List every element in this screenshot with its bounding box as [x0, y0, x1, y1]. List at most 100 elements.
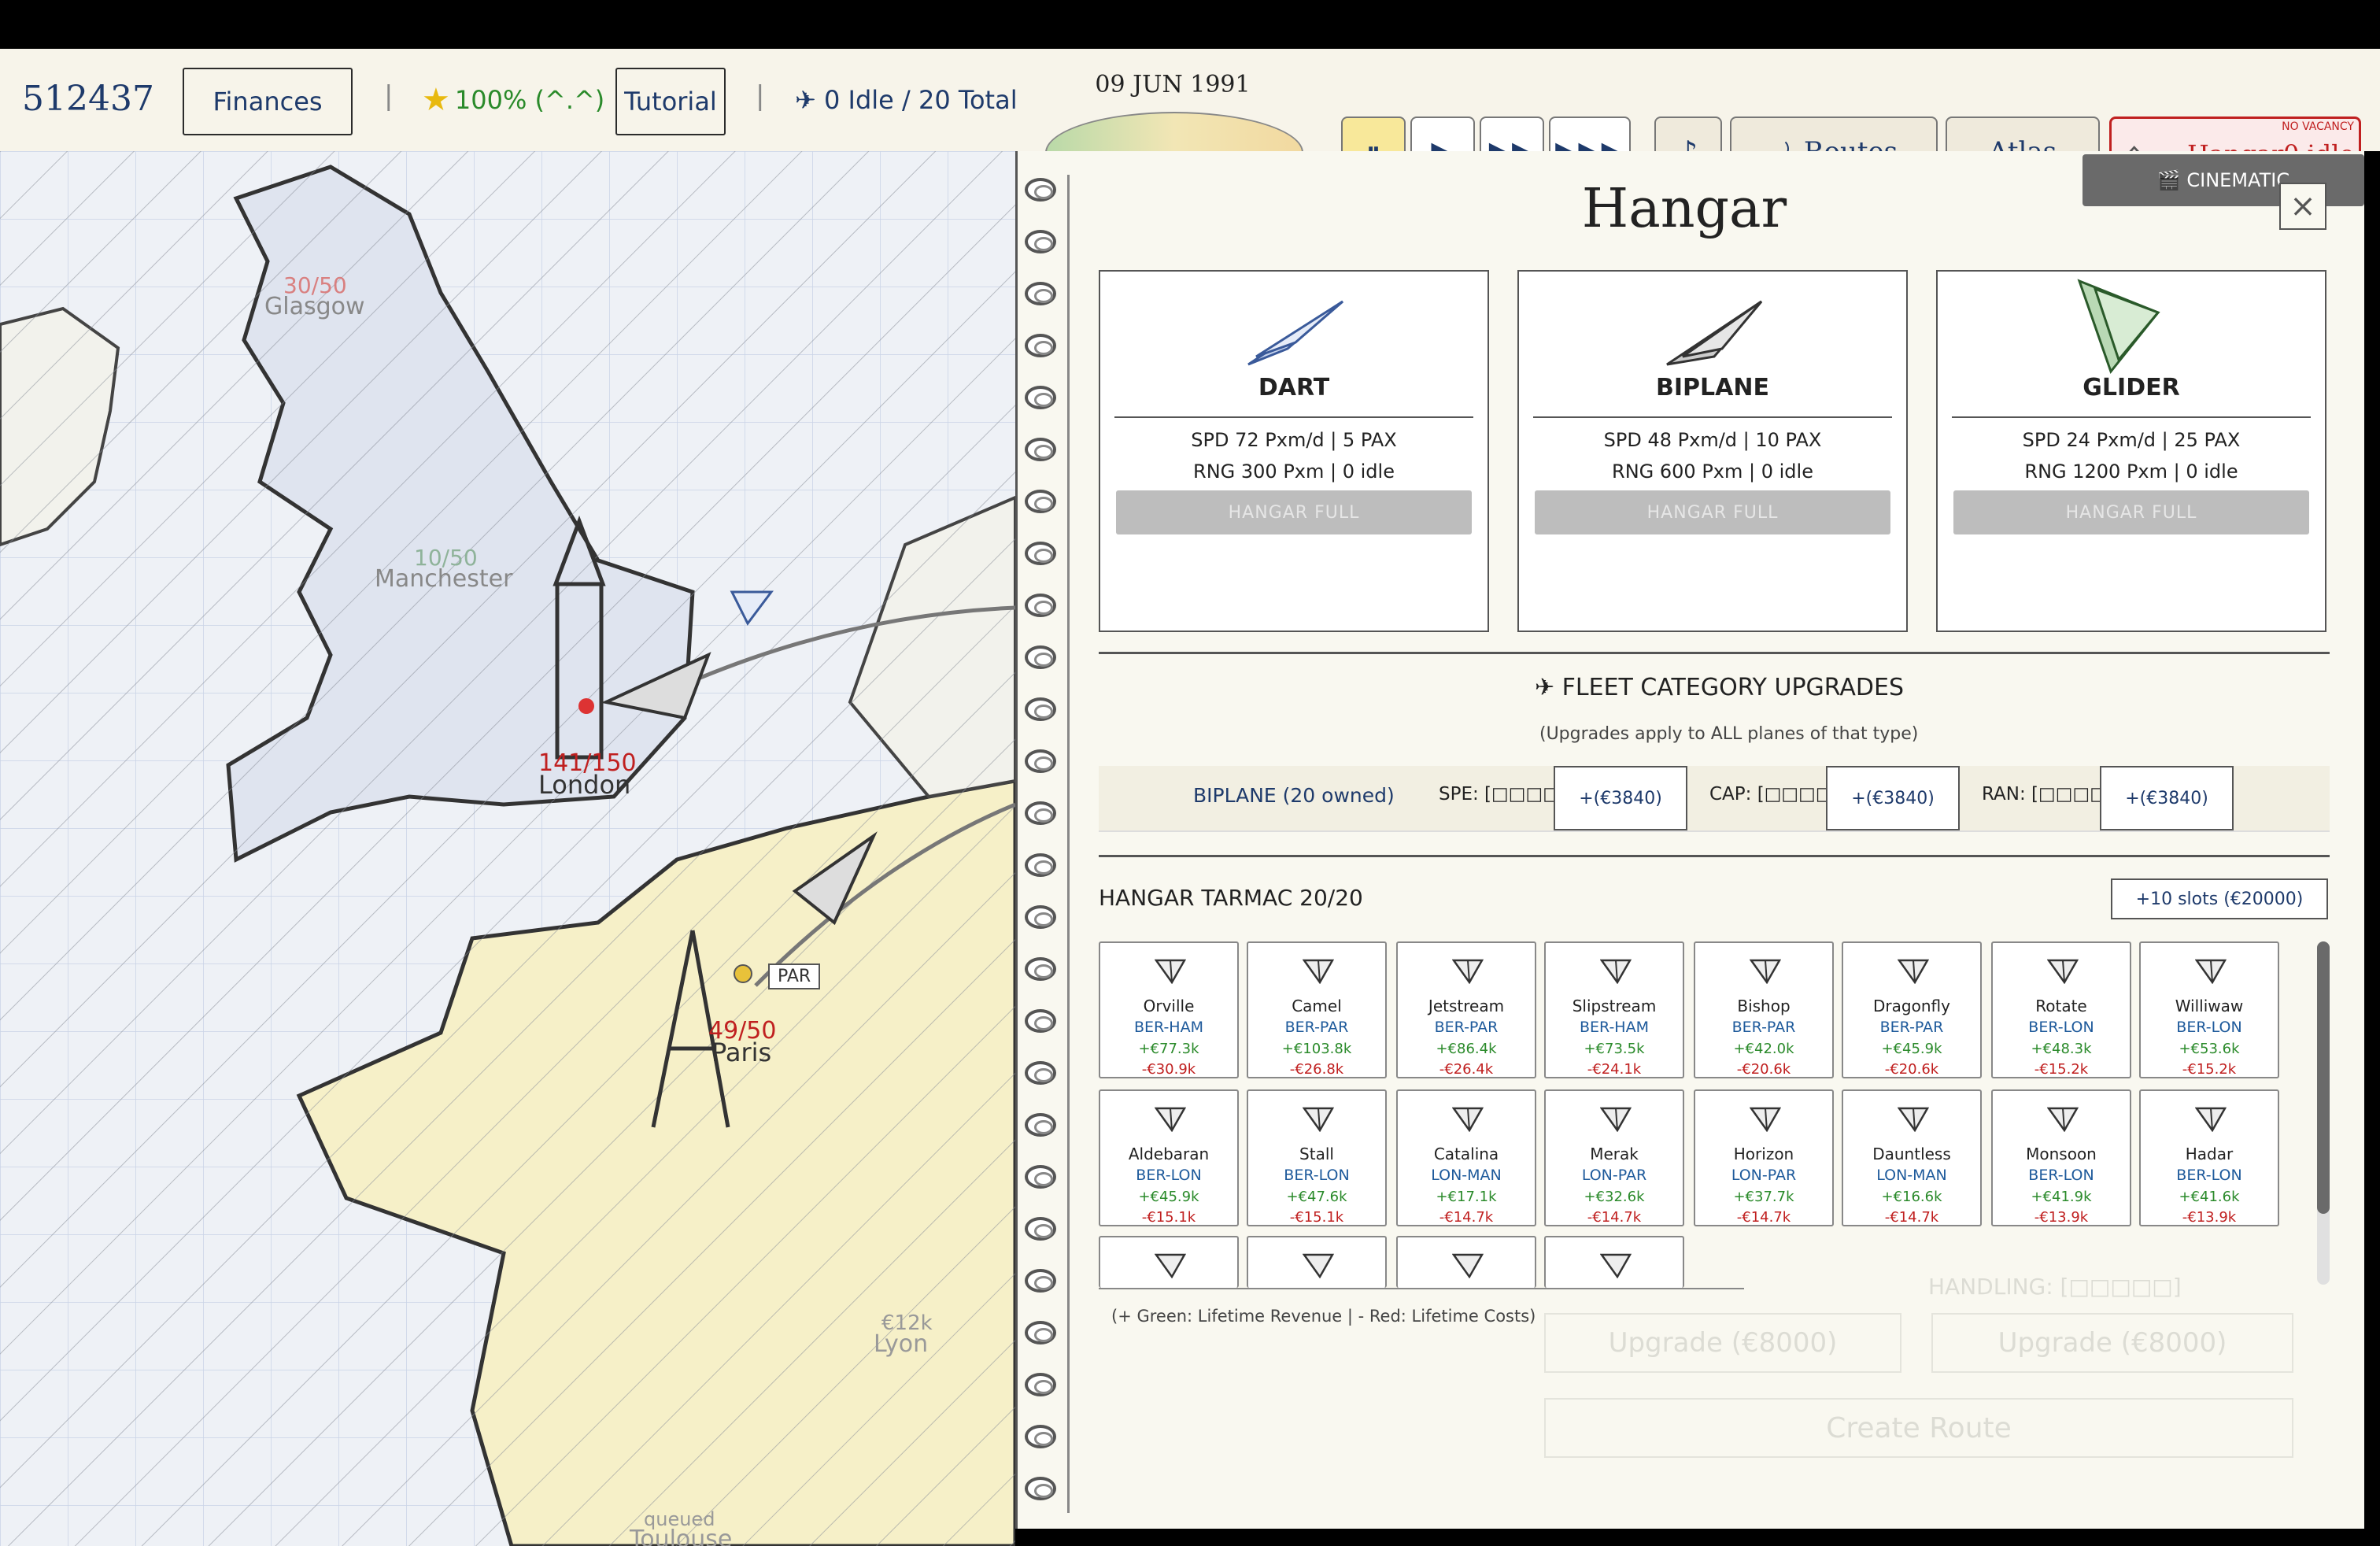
spiral-ring [1025, 853, 1056, 877]
tarmac-title: HANGAR TARMAC 20/20 [1099, 885, 1363, 911]
plane-name: Rotate [2035, 997, 2087, 1015]
city-label-manchester[interactable]: Manchester [375, 565, 512, 593]
plane-tile[interactable]: Hadar BER-LON +€41.6k -€13.9k [2139, 1089, 2279, 1226]
close-button[interactable]: × [2279, 183, 2326, 230]
plane-name: Dauntless [1872, 1145, 1951, 1163]
plane-cost: -€13.9k [2182, 1209, 2237, 1226]
bg-create-route-button: Create Route [1544, 1398, 2293, 1458]
tarmac-legend: (+ Green: Lifetime Revenue | - Red: Life… [1111, 1307, 1536, 1326]
city-label-lyon[interactable]: Lyon [874, 1330, 928, 1358]
tarmac-scrollbar[interactable] [2317, 941, 2330, 1285]
plane-icon [1155, 1107, 1186, 1132]
speed-upgrade-button[interactable]: +(€3840) [1554, 766, 1687, 830]
plane-name: Camel [1292, 997, 1342, 1015]
plane-tile-partial[interactable] [1544, 1236, 1684, 1288]
plane-route: LON-MAN [1431, 1167, 1502, 1184]
plane-icon [2195, 959, 2227, 984]
rating-value: 100% (^.^) [454, 85, 605, 115]
plane-icon [1452, 959, 1484, 984]
plane-revenue: +€103.8k [1281, 1041, 1352, 1057]
plane-cost: -€15.2k [2034, 1061, 2089, 1078]
world-map[interactable]: 30/50 Glasgow 10/50 Manchester 141/150 L… [0, 151, 1015, 1546]
plane-type-name: GLIDER [2082, 374, 2180, 401]
divider: | [756, 80, 765, 112]
section-divider [1099, 652, 2330, 654]
city-label-glasgow[interactable]: Glasgow [264, 293, 365, 320]
divider [1114, 416, 1473, 418]
plane-icon [1452, 1107, 1484, 1132]
plane-card-biplane[interactable]: BIPLANE SPD 48 Pxm/d | 10 PAX RNG 600 Px… [1517, 270, 1908, 632]
plane-type-stat-speed: SPD 24 Pxm/d | 25 PAX [2022, 429, 2241, 451]
spiral-ring [1025, 178, 1056, 202]
plane-route: BER-HAM [1579, 1019, 1649, 1036]
hangar-full-button[interactable]: HANGAR FULL [1953, 490, 2309, 534]
plane-icon [1600, 1253, 1632, 1278]
plane-route: BER-LON [2028, 1019, 2094, 1036]
tutorial-button[interactable]: Tutorial [615, 68, 726, 135]
plane-tile-partial[interactable] [1247, 1236, 1387, 1288]
plane-tile[interactable]: Catalina LON-MAN +€17.1k -€14.7k [1396, 1089, 1536, 1226]
plane-route: BER-LON [1136, 1167, 1202, 1184]
add-slots-button[interactable]: +10 slots (€20000) [2111, 878, 2328, 919]
fleet-upgrades-title: ✈ FLEET CATEGORY UPGRADES [1535, 674, 1905, 701]
plane-tile[interactable]: Stall BER-LON +€47.6k -€15.1k [1247, 1089, 1387, 1226]
plane-route: BER-LON [2028, 1167, 2094, 1184]
city-label-london[interactable]: London [538, 770, 630, 800]
date-dial: 09 JUN 1991 [1045, 65, 1303, 194]
plane-cost: -€26.8k [1289, 1061, 1344, 1078]
plane-tile[interactable]: Dragonfly BER-PAR +€45.9k -€20.6k [1842, 941, 1982, 1078]
plane-tile[interactable]: Orville BER-HAM +€77.3k -€30.9k [1099, 941, 1239, 1078]
plane-route: BER-PAR [1731, 1019, 1796, 1036]
plane-revenue: +€17.1k [1436, 1189, 1497, 1205]
spiral-ring [1025, 801, 1056, 825]
plane-card-dart[interactable]: DART SPD 72 Pxm/d | 5 PAX RNG 300 Pxm | … [1099, 270, 1489, 632]
plane-name: Dragonfly [1873, 997, 1950, 1015]
tarmac-fade [1099, 1288, 1744, 1294]
plane-icon [1750, 1107, 1781, 1132]
plane-tile[interactable]: Rotate BER-LON +€48.3k -€15.2k [1991, 941, 2131, 1078]
spiral-ring [1025, 645, 1056, 669]
city-label-toulouse[interactable]: Toulouse [630, 1526, 732, 1546]
spiral-ring [1025, 957, 1056, 981]
plane-type-stat-range: RNG 1200 Pxm | 0 idle [2024, 460, 2238, 483]
plane-route: BER-PAR [1879, 1019, 1944, 1036]
plane-tile[interactable]: Jetstream BER-PAR +€86.4k -€26.4k [1396, 941, 1536, 1078]
spiral-ring [1025, 905, 1056, 929]
spiral-ring [1025, 1113, 1056, 1137]
plane-tile[interactable]: Horizon LON-PAR +€37.7k -€14.7k [1694, 1089, 1834, 1226]
plane-revenue: +€47.6k [1286, 1189, 1347, 1205]
plane-name: Stall [1299, 1145, 1334, 1163]
plane-tile[interactable]: Camel BER-PAR +€103.8k -€26.8k [1247, 941, 1387, 1078]
hangar-full-button[interactable]: HANGAR FULL [1116, 490, 1472, 534]
city-label-paris[interactable]: Paris [711, 1037, 771, 1067]
plane-route: BER-LON [2176, 1019, 2242, 1036]
range-upgrade-button[interactable]: +(€3840) [2100, 766, 2234, 830]
bg-upgrade-button-2: Upgrade (€8000) [1931, 1313, 2293, 1373]
plane-revenue: +€41.9k [2031, 1189, 2092, 1205]
plane-card-glider[interactable]: GLIDER SPD 24 Pxm/d | 25 PAX RNG 1200 Px… [1936, 270, 2326, 632]
plane-tile[interactable]: Slipstream BER-HAM +€73.5k -€24.1k [1544, 941, 1684, 1078]
plane-tile[interactable]: Williwaw BER-LON +€53.6k -€15.2k [2139, 941, 2279, 1078]
plane-tile[interactable]: Monsoon BER-LON +€41.9k -€13.9k [1991, 1089, 2131, 1226]
plane-tile[interactable]: Aldebaran BER-LON +€45.9k -€15.1k [1099, 1089, 1239, 1226]
plane-tile[interactable]: Merak LON-PAR +€32.6k -€14.7k [1544, 1089, 1684, 1226]
plane-type-stat-range: RNG 300 Pxm | 0 idle [1193, 460, 1395, 483]
top-hud: 512437 Finances | ★ 100% (^.^) Tutorial … [0, 49, 2380, 194]
spiral-ring [1025, 594, 1056, 617]
plane-tile-partial[interactable] [1396, 1236, 1536, 1288]
plane-revenue: +€16.6k [1881, 1189, 1942, 1205]
finances-button[interactable]: Finances [183, 68, 353, 135]
plane-tile[interactable]: Bishop BER-PAR +€42.0k -€20.6k [1694, 941, 1834, 1078]
plane-revenue: +€45.9k [1881, 1041, 1942, 1057]
hangar-full-button[interactable]: HANGAR FULL [1535, 490, 1890, 534]
map-canvas [0, 151, 1015, 1546]
no-vacancy-badge: NO VACANCY [2282, 120, 2354, 133]
plane-cost: -€26.4k [1439, 1061, 1494, 1078]
plane-tile-partial[interactable] [1099, 1236, 1239, 1288]
spiral-ring [1025, 1269, 1056, 1293]
plane-icon [2047, 1107, 2079, 1132]
plane-cost: -€24.1k [1587, 1061, 1642, 1078]
scrollbar-thumb[interactable] [2317, 941, 2330, 1214]
capacity-upgrade-button[interactable]: +(€3840) [1826, 766, 1960, 830]
plane-tile[interactable]: Dauntless LON-MAN +€16.6k -€14.7k [1842, 1089, 1982, 1226]
